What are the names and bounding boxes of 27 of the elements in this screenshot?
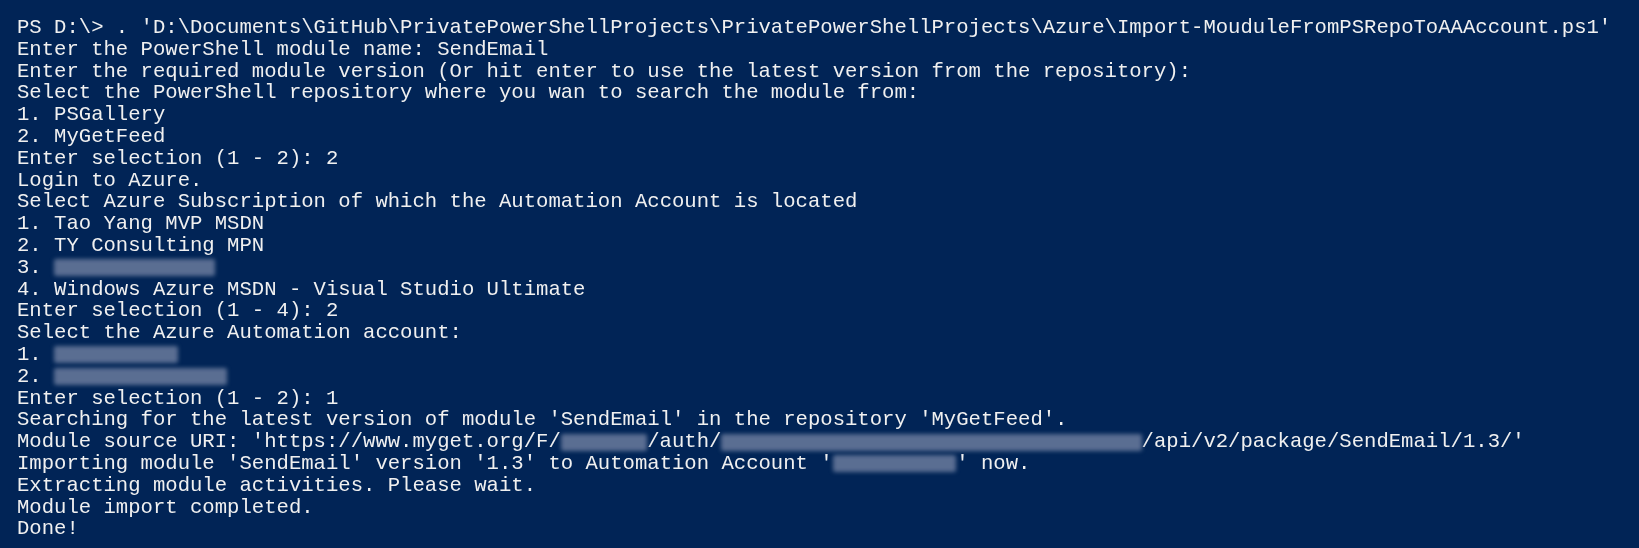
console-text: 1. Tao Yang MVP MSDN	[17, 213, 265, 235]
console-text: Done!	[17, 518, 79, 541]
console-text: 1.	[17, 343, 43, 366]
console-text: Select the Azure Automation account:	[17, 322, 462, 344]
console-text: PS D:\> . 'D:\Documents\GitHub\PrivatePowerShellProjects\PrivatePowerShellProjects\Azure\Import-MouduleFromPSRepoToAAAccount.ps1'	[17, 17, 1612, 39]
console-text: Enter the PowerShell module name: SendEmail	[17, 38, 549, 61]
console-text: Module source URI: 'https://www.myget.org/F/	[17, 431, 561, 453]
console-text: Importing module 'SendEmail' version '1.3' to Automation Account '	[17, 452, 833, 475]
console-text: ' now.	[956, 452, 1031, 475]
console-text: 2.	[17, 365, 43, 388]
console-text: Select the PowerShell repository where you wan to search the module from:	[17, 82, 920, 105]
console-text: 2. MyGetFeed	[17, 126, 166, 148]
console-text: Enter selection (1 - 2): 2	[17, 147, 339, 170]
console-text: Module import completed.	[17, 496, 314, 519]
console-text: /api/v2/package/SendEmail/1.3/'	[1141, 431, 1525, 453]
console-text: Login to Azure.	[17, 169, 203, 192]
console-text: 3.	[17, 256, 43, 279]
console-text: Extracting module activities. Please wait.	[17, 474, 537, 497]
console-text: Enter selection (1 - 2): 1	[17, 387, 339, 410]
console-text: 2. TY Consulting MPN	[17, 234, 265, 257]
console-text: Searching for the latest version of module 'SendEmail' in the repository 'MyGetFeed'.	[17, 409, 1068, 432]
console-text: 4. Windows Azure MSDN - Visual Studio Ultimate	[17, 278, 586, 301]
console-text: 1. PSGallery	[17, 104, 166, 126]
console-text: Select Azure Subscription of which the Automation Account is located	[17, 191, 858, 214]
console-text: /auth/	[647, 431, 722, 453]
console-text: Enter the required module version (Or hit enter to use the latest version from the repository):	[17, 60, 1192, 83]
console-text: Enter selection (1 - 4): 2	[17, 300, 339, 323]
